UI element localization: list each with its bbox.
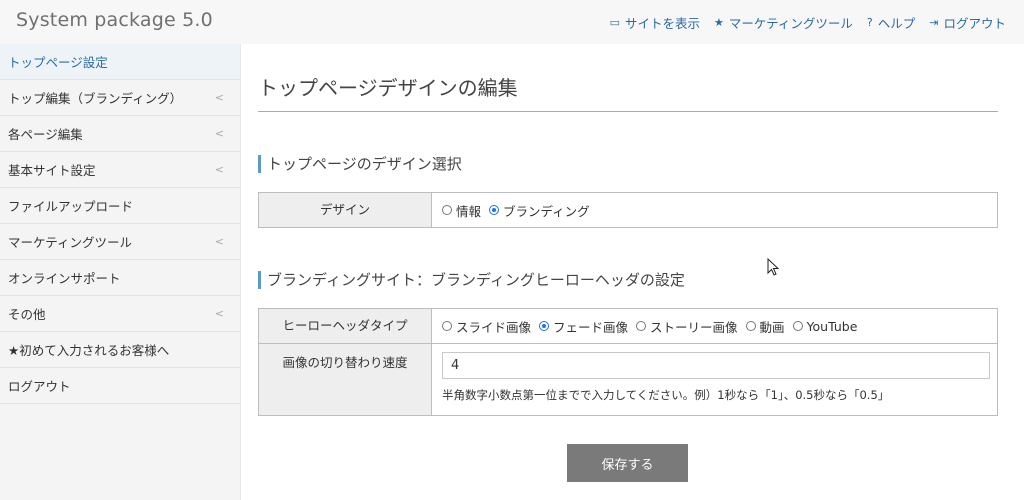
sidebar-item-label: 各ページ編集 — [8, 127, 83, 142]
radio-button[interactable] — [489, 205, 500, 215]
sidebar-item-label: ★初めて入力されるお客様へ — [8, 343, 170, 358]
radio-label: YouTube — [806, 318, 858, 334]
monitor-icon: ▭ — [609, 16, 620, 29]
speed-hint: 半角数字小数点第一位までで入力してください。例）1秒なら「1」、0.5秒なら「0… — [442, 388, 890, 402]
sidebar-item-label: オンラインサポート — [8, 271, 121, 286]
sidebar-item-page-edit[interactable]: 各ページ編集 < — [0, 116, 240, 152]
radio-button[interactable] — [442, 321, 452, 331]
chevron-left-icon: < — [214, 127, 224, 140]
design-radio-group: 情報 ブランディング — [442, 193, 987, 227]
radio-label: スライド画像 — [456, 319, 532, 335]
view-site-label: サイトを表示 — [625, 16, 701, 31]
radio-label: フェード画像 — [553, 319, 629, 335]
hero-header-table: ヒーローヘッダタイプ スライド画像 フェード画像 ストーリー画像 動画 YouT… — [258, 308, 998, 416]
design-options-cell: 情報 ブランディング — [431, 192, 998, 228]
radio-button[interactable] — [539, 321, 550, 331]
hero-options-cell: スライド画像 フェード画像 ストーリー画像 動画 YouTube — [431, 308, 998, 344]
hero-option-story[interactable]: ストーリー画像 — [636, 317, 738, 336]
radio-label: 動画 — [759, 319, 785, 335]
radio-button[interactable] — [745, 321, 756, 331]
section-title-design-select: トップページのデザイン選択 — [258, 155, 998, 173]
speed-label: 画像の切り替わり速度 — [258, 343, 432, 416]
marketing-tools-label: マーケティングツール — [728, 16, 853, 31]
sidebar-item-top-edit-branding[interactable]: トップ編集（ブランディング） < — [0, 80, 240, 116]
sidebar-item-basic-settings[interactable]: 基本サイト設定 < — [0, 152, 240, 188]
radio-label: ストーリー画像 — [650, 319, 738, 335]
sidebar-item-online-support[interactable]: オンラインサポート — [0, 260, 240, 296]
sidebar-item-other[interactable]: その他 < — [0, 296, 240, 332]
question-icon: ? — [866, 16, 873, 29]
page-title: トップページデザインの編集 — [258, 72, 998, 112]
sidebar-item-file-upload[interactable]: ファイルアップロード — [0, 188, 240, 224]
sidebar-item-marketing-tools[interactable]: マーケティングツール < — [0, 224, 240, 260]
section-title-hero-header: ブランディングサイト：ブランディングヒーローヘッダの設定 — [258, 271, 998, 289]
logout-icon: ⇥ — [929, 16, 939, 29]
sidebar-item-logout[interactable]: ログアウト — [0, 368, 240, 404]
sidebar-item-label: トップページ設定 — [8, 55, 108, 70]
chevron-left-icon: < — [214, 163, 224, 176]
radio-button[interactable] — [792, 321, 803, 331]
star-icon: ★ — [714, 16, 724, 29]
hero-radio-group: スライド画像 フェード画像 ストーリー画像 動画 YouTube — [442, 309, 987, 343]
radio-label: 情報 — [456, 203, 482, 219]
sidebar-item-label: その他 — [8, 307, 46, 322]
logout-link[interactable]: ⇥ ログアウト — [929, 13, 1006, 32]
save-button[interactable]: 保存する — [567, 444, 688, 482]
sidebar-item-label: トップ編集（ブランディング） — [8, 91, 183, 106]
main-content: トップページデザインの編集 トップページのデザイン選択 デザイン 情報 ブランデ… — [258, 44, 998, 416]
help-link[interactable]: ? ヘルプ — [867, 13, 915, 32]
help-label: ヘルプ — [877, 16, 916, 31]
design-select-table: デザイン 情報 ブランディング — [258, 192, 998, 228]
design-option-info[interactable]: 情報 — [442, 201, 481, 220]
sidebar-item-label: マーケティングツール — [8, 235, 133, 250]
radio-label: ブランディング — [503, 203, 590, 219]
app-header: System package 5.0 ▭ サイトを表示 ★ マーケティングツール… — [0, 0, 1024, 44]
mouse-cursor-icon — [767, 258, 780, 276]
sidebar: トップページ設定 トップ編集（ブランディング） < 各ページ編集 < 基本サイト… — [0, 44, 241, 500]
hero-option-video[interactable]: 動画 — [745, 317, 785, 336]
chevron-left-icon: < — [214, 91, 224, 104]
hero-type-label: ヒーローヘッダタイプ — [258, 308, 432, 344]
hero-option-fade[interactable]: フェード画像 — [539, 317, 628, 336]
radio-button[interactable] — [636, 321, 647, 331]
speed-label-text: 画像の切り替わり速度 — [282, 355, 408, 370]
sidebar-item-label: 基本サイト設定 — [8, 163, 96, 178]
hero-option-slide[interactable]: スライド画像 — [442, 317, 531, 336]
chevron-left-icon: < — [214, 307, 224, 320]
top-nav: ▭ サイトを表示 ★ マーケティングツール ? ヘルプ ⇥ ログアウト — [610, 13, 1006, 32]
sidebar-item-label: ファイルアップロード — [8, 199, 134, 214]
design-option-branding[interactable]: ブランディング — [489, 201, 590, 220]
view-site-link[interactable]: ▭ サイトを表示 — [610, 13, 700, 32]
sidebar-item-first-time-guide[interactable]: ★初めて入力されるお客様へ — [0, 332, 240, 368]
app-title: System package 5.0 — [16, 9, 213, 31]
design-label-text: デザイン — [319, 202, 370, 217]
speed-input[interactable] — [442, 352, 990, 379]
hero-option-youtube[interactable]: YouTube — [792, 318, 858, 334]
sidebar-item-top-page-settings[interactable]: トップページ設定 — [0, 44, 240, 80]
hero-type-label-text: ヒーローヘッダタイプ — [282, 318, 408, 333]
logout-label: ログアウト — [943, 16, 1006, 31]
speed-cell: 半角数字小数点第一位までで入力してください。例）1秒なら「1」、0.5秒なら「0… — [431, 343, 998, 416]
radio-button[interactable] — [442, 205, 452, 215]
marketing-tools-link[interactable]: ★ マーケティングツール — [714, 13, 853, 32]
sidebar-item-label: ログアウト — [8, 379, 71, 394]
chevron-left-icon: < — [214, 235, 224, 248]
design-label: デザイン — [258, 192, 432, 228]
